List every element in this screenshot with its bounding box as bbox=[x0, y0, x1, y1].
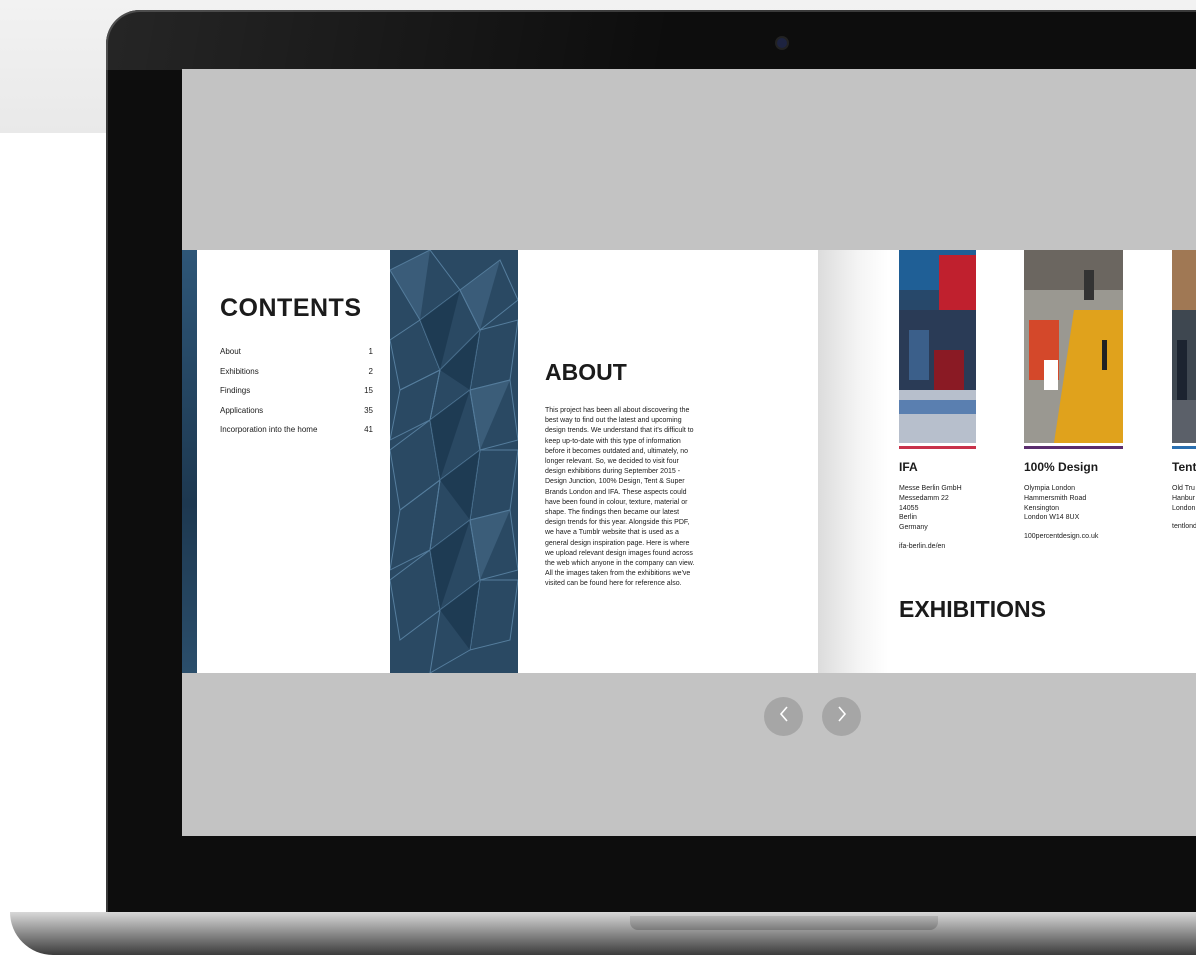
exhibitions-page[interactable]: IFA Messe Berlin GmbH Messedamm 22 14055… bbox=[818, 250, 1196, 673]
left-edge-image bbox=[182, 250, 197, 673]
chevron-right-icon bbox=[835, 704, 849, 729]
exhibition-address-ifa: Messe Berlin GmbH Messedamm 22 14055 Ber… bbox=[899, 485, 962, 532]
exhibition-link-tent[interactable]: tentlond bbox=[1172, 523, 1196, 530]
contents-item-label: About bbox=[220, 347, 241, 356]
geometric-tile-image bbox=[390, 250, 518, 673]
contents-item-label: Incorporation into the home bbox=[220, 425, 318, 434]
tent-underline bbox=[1172, 446, 1196, 449]
ifa-photo bbox=[899, 250, 976, 443]
contents-title: CONTENTS bbox=[220, 294, 362, 322]
contents-item-page: 2 bbox=[368, 366, 373, 376]
contents-item-about[interactable]: About 1 bbox=[220, 347, 373, 367]
next-page-button[interactable] bbox=[822, 697, 861, 736]
contents-page[interactable]: CONTENTS About 1 Exhibitions 2 Findings … bbox=[197, 250, 390, 673]
exhibition-name-100-design: 100% Design bbox=[1024, 460, 1099, 474]
about-title: ABOUT bbox=[545, 359, 627, 385]
previous-page-button[interactable] bbox=[764, 697, 803, 736]
exhibition-address-tent: Old Tru Hanbur London bbox=[1172, 485, 1196, 512]
webcam bbox=[777, 38, 787, 48]
contents-list: About 1 Exhibitions 2 Findings 15 Applic… bbox=[220, 347, 373, 445]
exhibition-link-100-design[interactable]: 100percentdesign.co.uk bbox=[1024, 533, 1098, 540]
contents-item-page: 1 bbox=[368, 347, 373, 356]
exhibition-name-tent: Tent bbox=[1172, 460, 1196, 474]
exhibitions-title: EXHIBITIONS bbox=[899, 596, 1046, 622]
contents-item-incorporation[interactable]: Incorporation into the home 41 bbox=[220, 425, 373, 445]
100-design-underline bbox=[1024, 446, 1123, 449]
ifa-underline bbox=[899, 446, 976, 449]
contents-item-page: 41 bbox=[364, 425, 373, 434]
page-spread: CONTENTS About 1 Exhibitions 2 Findings … bbox=[182, 250, 1196, 673]
flipbook-viewer: CONTENTS About 1 Exhibitions 2 Findings … bbox=[182, 69, 1196, 836]
about-body-text: This project has been all about discover… bbox=[545, 407, 695, 588]
contents-item-label: Applications bbox=[220, 405, 264, 415]
100-design-photo bbox=[1024, 250, 1123, 443]
contents-item-label: Findings bbox=[220, 386, 251, 395]
tent-photo bbox=[1172, 250, 1196, 443]
exhibition-address-100-design: Olympia London Hammersmith Road Kensingt… bbox=[1024, 485, 1087, 522]
exhibition-name-ifa: IFA bbox=[899, 460, 918, 474]
about-page[interactable]: ABOUT This project has been all about di… bbox=[518, 250, 818, 673]
laptop-base bbox=[10, 912, 1196, 955]
laptop-hinge-notch bbox=[630, 916, 938, 930]
contents-item-label: Exhibitions bbox=[220, 366, 259, 376]
contents-item-page: 15 bbox=[364, 386, 373, 395]
contents-item-applications[interactable]: Applications 35 bbox=[220, 406, 373, 426]
exhibition-link-ifa[interactable]: ifa-berlin.de/en bbox=[899, 543, 945, 550]
contents-item-findings[interactable]: Findings 15 bbox=[220, 386, 373, 406]
chevron-left-icon bbox=[777, 704, 791, 729]
contents-item-exhibitions[interactable]: Exhibitions 2 bbox=[220, 367, 373, 387]
contents-item-page: 35 bbox=[364, 405, 373, 415]
